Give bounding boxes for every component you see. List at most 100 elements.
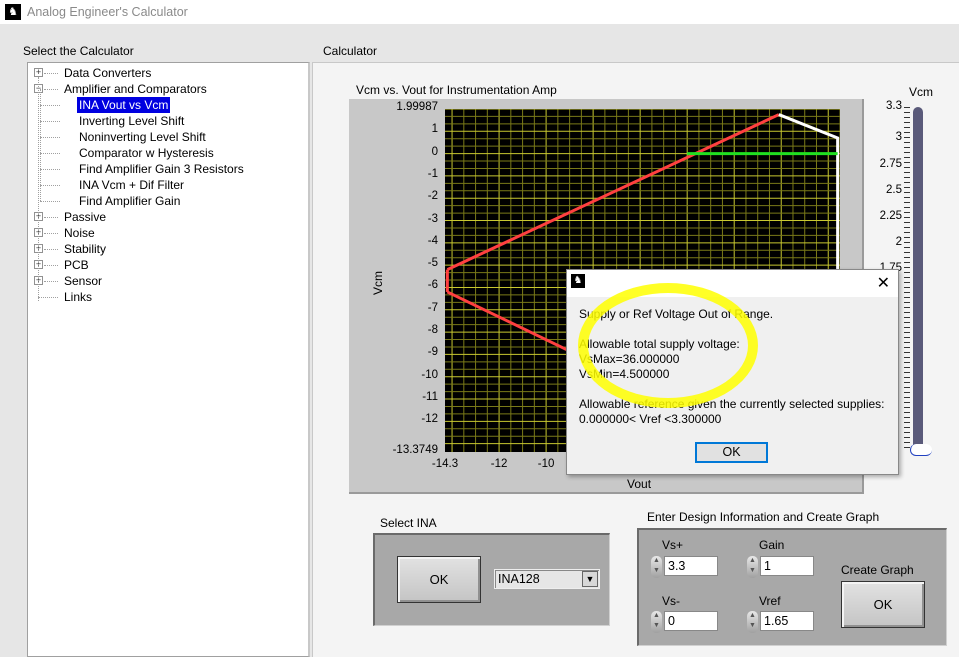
y-tick-label: -5 bbox=[427, 257, 438, 270]
dialog-vsmax: VsMax=36.000000 bbox=[579, 352, 680, 366]
tree-item[interactable]: + Data Converters bbox=[28, 65, 308, 81]
tree-connector bbox=[44, 233, 58, 234]
tree-item[interactable]: + PCB bbox=[28, 257, 308, 273]
calculator-label: Calculator bbox=[323, 44, 378, 58]
gain-input[interactable]: 1 bbox=[760, 556, 814, 576]
x-axis-label: Vout bbox=[627, 477, 652, 491]
vcm-slider-handle[interactable] bbox=[910, 444, 932, 456]
tree-connector bbox=[40, 137, 60, 138]
y-tick-label: -12 bbox=[421, 413, 438, 426]
dialog-vsmin: VsMin=4.500000 bbox=[579, 367, 670, 381]
tree-item[interactable]: INA Vcm + Dif Filter bbox=[28, 177, 308, 193]
dialog-message: Supply or Ref Voltage Out of Range. bbox=[579, 307, 774, 321]
tree-item-label: Find Amplifier Gain bbox=[79, 194, 181, 208]
slider-tick-label: 2.5 bbox=[886, 183, 902, 196]
tree-item[interactable]: Find Amplifier Gain 3 Resistors bbox=[28, 161, 308, 177]
dropdown-arrow-icon[interactable]: ▼ bbox=[582, 571, 598, 587]
tree-item[interactable]: + Noise bbox=[28, 225, 308, 241]
dialog-vref-range: 0.000000< Vref <3.300000 bbox=[579, 412, 722, 426]
slider-tick-label: 3.3 bbox=[886, 100, 902, 112]
tree-connector bbox=[44, 217, 58, 218]
title-bar: ♞ Analog Engineer's Calculator bbox=[0, 0, 959, 24]
y-tick-label: -9 bbox=[427, 346, 438, 359]
tree-connector bbox=[40, 121, 60, 122]
tree-item[interactable]: + Stability bbox=[28, 241, 308, 257]
tree-item[interactable]: Find Amplifier Gain bbox=[28, 193, 308, 209]
y-tick-label: 1 bbox=[431, 123, 438, 136]
tree-connector bbox=[40, 185, 60, 186]
create-graph-label: Create Graph bbox=[841, 563, 914, 577]
select-calculator-label: Select the Calculator bbox=[23, 44, 134, 58]
tree-connector bbox=[44, 281, 58, 282]
tree-item-label: Passive bbox=[64, 210, 107, 224]
create-graph-ok-button[interactable]: OK bbox=[841, 581, 925, 628]
tree-item-label: Links bbox=[64, 290, 93, 304]
vref-label: Vref bbox=[759, 594, 781, 608]
slider-tick-label: 3 bbox=[895, 131, 902, 144]
tree-item-label: INA Vout vs Vcm bbox=[77, 97, 171, 113]
tree-connector bbox=[44, 249, 58, 250]
tree-item[interactable]: + Passive bbox=[28, 209, 308, 225]
x-tick-label: -10 bbox=[537, 458, 555, 470]
ti-logo-icon: ♞ bbox=[5, 4, 21, 20]
vcm-slider-track[interactable] bbox=[913, 107, 923, 452]
dialog-supply-heading: Allowable total supply voltage: bbox=[579, 337, 740, 351]
series-lower-red bbox=[446, 290, 568, 352]
y-tick-label: 1.99987 bbox=[396, 101, 438, 113]
tree-item-label: PCB bbox=[64, 258, 89, 272]
y-tick-label: -6 bbox=[427, 279, 438, 292]
y-tick-label: -3 bbox=[427, 212, 438, 225]
tree-branch-line bbox=[40, 89, 41, 201]
tree-item[interactable]: − Amplifier and Comparators bbox=[28, 81, 308, 97]
dialog-ok-button[interactable]: OK bbox=[695, 442, 768, 463]
calculator-tree[interactable]: + Data Converters − Amplifier and Comparato… bbox=[27, 62, 310, 657]
tree-connector bbox=[40, 201, 60, 202]
tree-item-label: Inverting Level Shift bbox=[79, 114, 185, 128]
tree-connector bbox=[38, 297, 58, 298]
y-tick-label: 0 bbox=[431, 145, 438, 158]
slider-tick-label: 2 bbox=[895, 235, 902, 248]
gain-spinner[interactable]: ▲ ▼ bbox=[747, 556, 758, 578]
y-tick-label: -8 bbox=[427, 324, 438, 337]
series-upper-red bbox=[446, 113, 780, 271]
ti-logo-icon: ♞ bbox=[571, 274, 585, 288]
tree-item-label: Sensor bbox=[64, 274, 103, 288]
vref-spinner[interactable]: ▲ ▼ bbox=[747, 611, 758, 633]
tree-item-label: Amplifier and Comparators bbox=[64, 82, 207, 96]
select-ina-ok-button[interactable]: OK bbox=[397, 556, 481, 603]
y-tick-label: -7 bbox=[427, 301, 438, 314]
tree-item-label: Find Amplifier Gain 3 Resistors bbox=[79, 162, 244, 176]
slider-tick-label: 2.75 bbox=[879, 157, 902, 170]
slider-tick-label: 2.25 bbox=[879, 209, 902, 222]
tree-connector bbox=[40, 153, 60, 154]
tree-item-label: Noise bbox=[64, 226, 95, 240]
tree-item[interactable]: Links bbox=[28, 289, 308, 305]
tree-connector bbox=[44, 89, 58, 90]
expand-icon[interactable]: + bbox=[34, 68, 43, 77]
tree-connector bbox=[44, 73, 58, 74]
vs-minus-spinner[interactable]: ▲ ▼ bbox=[651, 611, 662, 633]
vs-plus-input[interactable]: 3.3 bbox=[664, 556, 718, 576]
tree-item[interactable]: + Sensor bbox=[28, 273, 308, 289]
tree-item-label: Comparator w Hysteresis bbox=[79, 146, 214, 160]
tree-connector bbox=[44, 265, 58, 266]
vs-plus-label: Vs+ bbox=[662, 538, 684, 552]
vs-minus-input[interactable]: 0 bbox=[664, 611, 718, 631]
tree-item[interactable]: Inverting Level Shift bbox=[28, 113, 308, 129]
y-tick-label: -10 bbox=[421, 368, 438, 381]
select-ina-label: Select INA bbox=[380, 516, 437, 530]
tree-item-label: Noninverting Level Shift bbox=[79, 130, 206, 144]
dialog-ref-heading: Allowable reference given the currently … bbox=[579, 397, 885, 411]
slider-label: Vcm bbox=[909, 85, 933, 99]
tree-connector bbox=[40, 169, 60, 170]
vref-input[interactable]: 1.65 bbox=[760, 611, 814, 631]
x-tick-label: -12 bbox=[490, 458, 508, 470]
close-icon[interactable]: ✕ bbox=[877, 273, 890, 293]
vs-plus-spinner[interactable]: ▲ ▼ bbox=[651, 556, 662, 578]
tree-item[interactable]: INA Vout vs Vcm bbox=[28, 97, 308, 113]
y-tick-label: -13.3749 bbox=[392, 444, 438, 456]
tree-item[interactable]: Noninverting Level Shift bbox=[28, 129, 308, 145]
tree-item[interactable]: Comparator w Hysteresis bbox=[28, 145, 308, 161]
y-tick-label: -11 bbox=[422, 391, 438, 404]
x-tick-label: -14.3 bbox=[431, 458, 459, 470]
